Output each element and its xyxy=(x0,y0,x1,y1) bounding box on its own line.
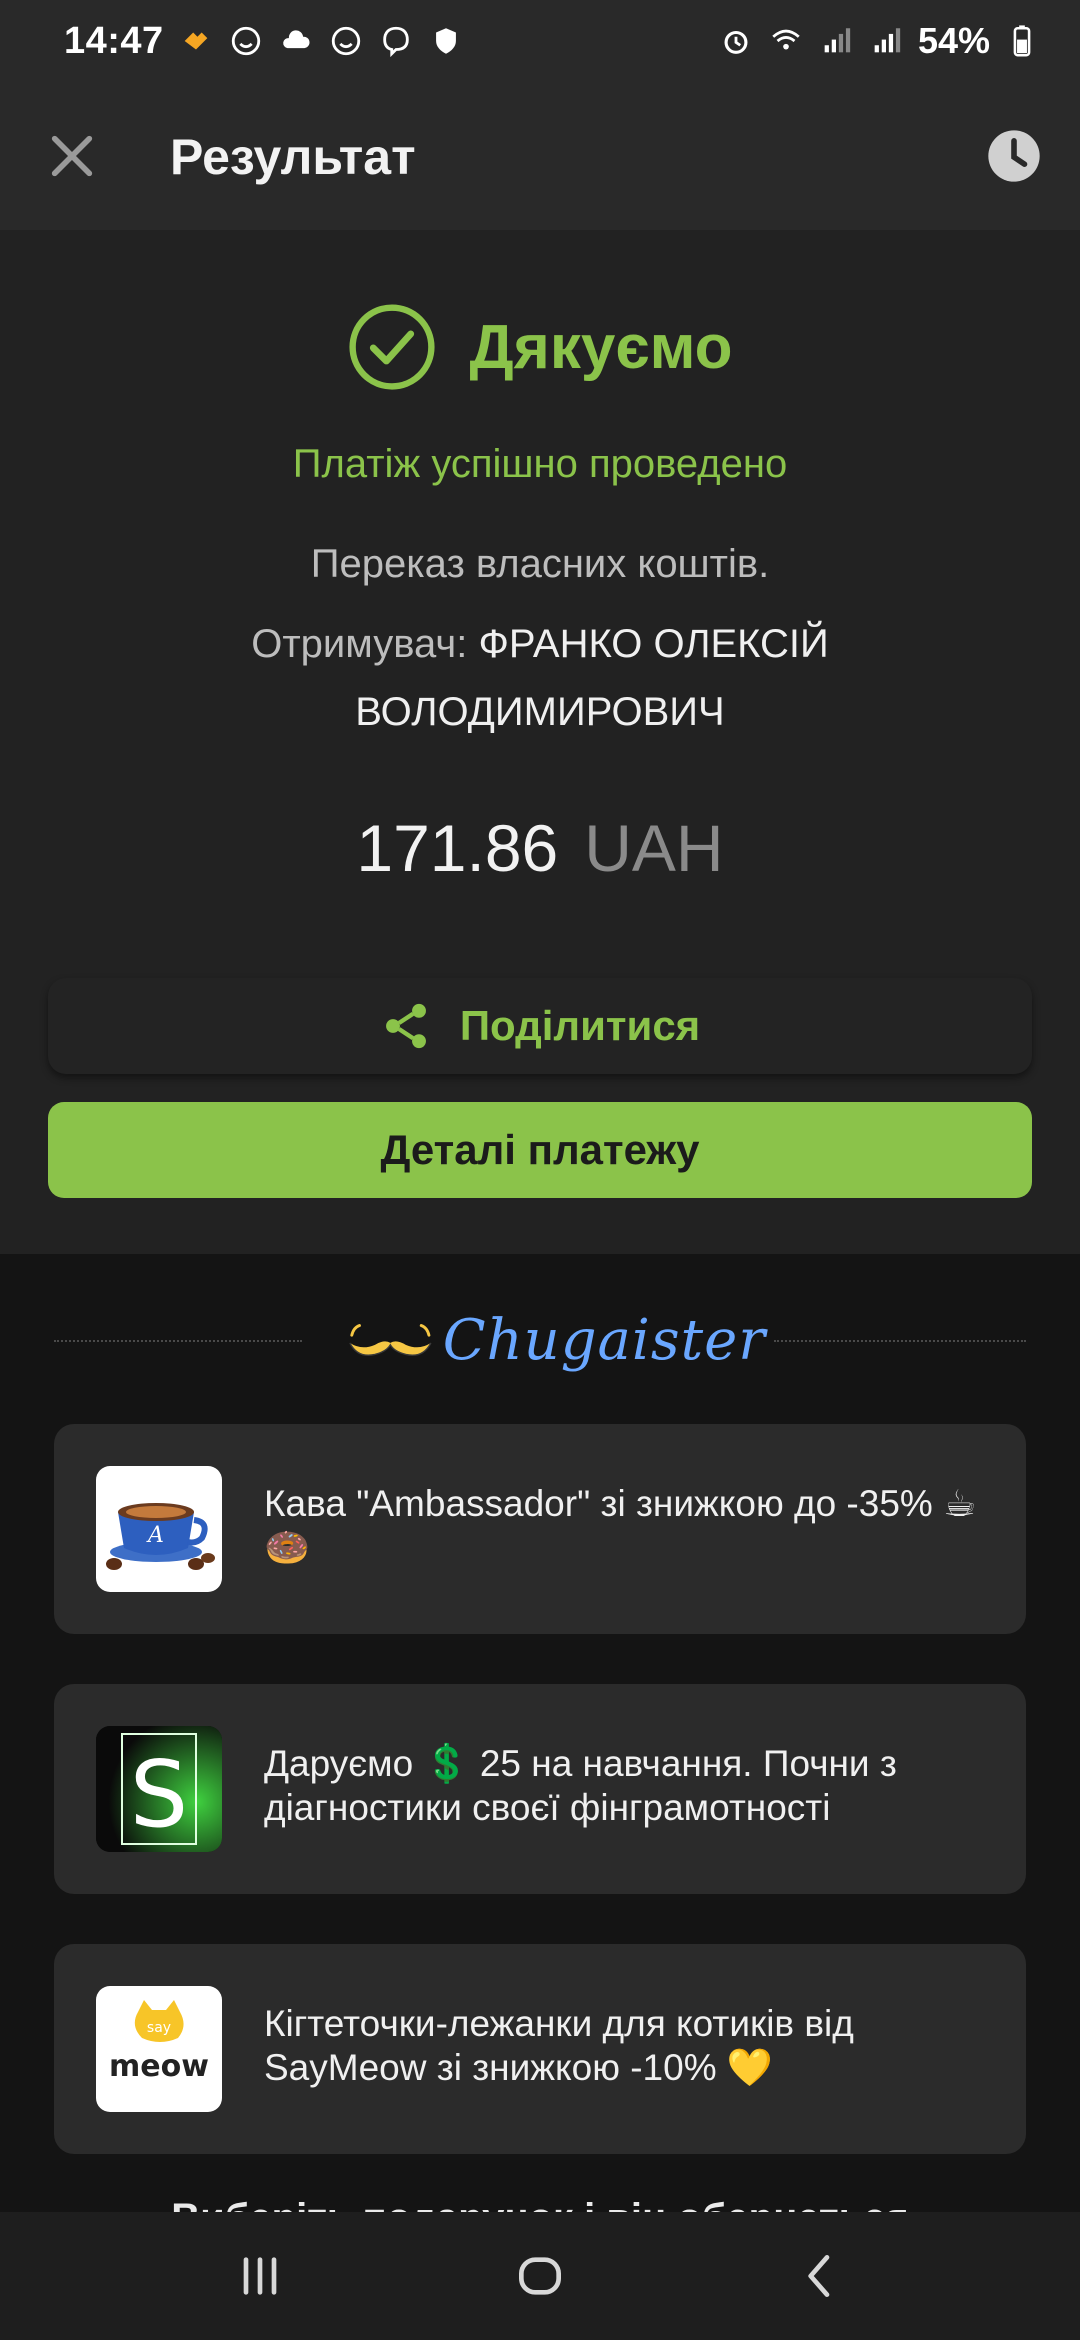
history-button[interactable] xyxy=(986,128,1042,184)
shield-icon xyxy=(428,23,464,59)
brand-name: Chugaister xyxy=(442,1307,766,1373)
alarm-icon xyxy=(718,23,754,59)
cloud-icon xyxy=(278,23,314,59)
battery-icon xyxy=(1004,23,1040,59)
coffee-cup-icon: A xyxy=(106,1503,215,1570)
thanks-heading: Дякуємо xyxy=(469,312,733,382)
amount-value: 171.86 xyxy=(356,811,559,885)
close-button[interactable] xyxy=(46,130,98,182)
status-left: 14:47 xyxy=(64,20,464,63)
divider-line xyxy=(774,1340,1026,1342)
back-icon xyxy=(808,2255,830,2297)
transfer-description: Переказ власних коштів. xyxy=(310,542,770,586)
recent-apps-icon xyxy=(243,2257,277,2295)
offer-card[interactable]: S Даруємо 💲 25 на навчання. Почни з діаг… xyxy=(54,1684,1026,1894)
offer-text: Кігтеточки-лежанки для котиків від SayMe… xyxy=(264,2003,854,2088)
offer-thumbnail: A xyxy=(96,1466,222,1592)
thanks-row: Дякуємо xyxy=(0,302,1080,392)
offer-thumbnail: S xyxy=(96,1726,222,1852)
svg-text:A: A xyxy=(146,1523,164,1548)
divider-line xyxy=(54,1340,302,1342)
recent-apps-button[interactable] xyxy=(220,2236,300,2316)
brand-logo: Chugaister xyxy=(346,1300,766,1380)
share-button[interactable]: Поділитися xyxy=(48,978,1032,1074)
wifi-icon xyxy=(768,23,804,59)
amount-row: 171.86 UAH xyxy=(0,810,1080,886)
success-message: Платіж успішно проведено xyxy=(292,442,788,486)
offer-text: Кава "Ambassador" зі знижкою до -35% ☕🍩 xyxy=(264,1483,977,1568)
close-icon xyxy=(51,135,93,177)
back-button[interactable] xyxy=(780,2236,860,2316)
status-time: 14:47 xyxy=(64,19,164,62)
svg-text:say: say xyxy=(147,2020,171,2036)
signal-icon xyxy=(818,23,854,59)
offer-card[interactable]: A Кава "Ambassador" зі знижкою до -35% ☕… xyxy=(54,1424,1026,1634)
page-title: Результат xyxy=(170,129,416,185)
signal-icon xyxy=(868,23,904,59)
status-bar: 14:47 54% xyxy=(0,0,1080,82)
app-header: Результат xyxy=(0,82,1080,230)
svg-text:meow: meow xyxy=(109,2049,209,2084)
mustache-icon xyxy=(349,1324,432,1356)
svg-text:S: S xyxy=(130,1741,188,1848)
offer-thumbnail: say meow xyxy=(96,1986,222,2112)
s-logo-icon: S xyxy=(96,1726,222,1852)
payment-details-label: Деталі платежу xyxy=(380,1126,700,1173)
system-nav-bar xyxy=(0,2212,1080,2340)
payment-details-button[interactable]: Деталі платежу xyxy=(48,1102,1032,1198)
offer-text: Даруємо 💲 25 на навчання. Почни з діагно… xyxy=(264,1743,897,1828)
saymeow-logo-icon: say meow xyxy=(109,2000,209,2084)
offer-card[interactable]: say meow Кігтеточки-лежанки для котиків … xyxy=(54,1944,1026,2154)
viber-icon xyxy=(378,23,414,59)
clock-icon xyxy=(988,130,1040,182)
emoji-icon xyxy=(328,23,364,59)
status-right: 54% xyxy=(718,20,1040,62)
battery-percent: 54% xyxy=(917,20,990,61)
result-panel: Дякуємо Платіж успішно проведено Переказ… xyxy=(0,230,1080,1254)
screen: 14:47 54% Результат Дякуємо Платіж успіш… xyxy=(0,0,1080,2340)
home-button[interactable] xyxy=(500,2236,580,2316)
check-circle-icon xyxy=(349,304,436,390)
home-icon xyxy=(519,2257,561,2295)
heart-badge-icon xyxy=(178,23,214,59)
brand-divider: Chugaister xyxy=(54,1300,1026,1380)
recipient-block: Отримувач: ФРАНКО ОЛЕКСІЙ ВОЛОДИМИРОВИЧ xyxy=(140,610,940,746)
share-icon xyxy=(385,1003,426,1049)
amount-currency: UAH xyxy=(584,811,724,885)
emoji-icon xyxy=(228,23,264,59)
recipient-label: Отримувач: xyxy=(251,622,479,666)
share-label: Поділитися xyxy=(459,1002,701,1049)
